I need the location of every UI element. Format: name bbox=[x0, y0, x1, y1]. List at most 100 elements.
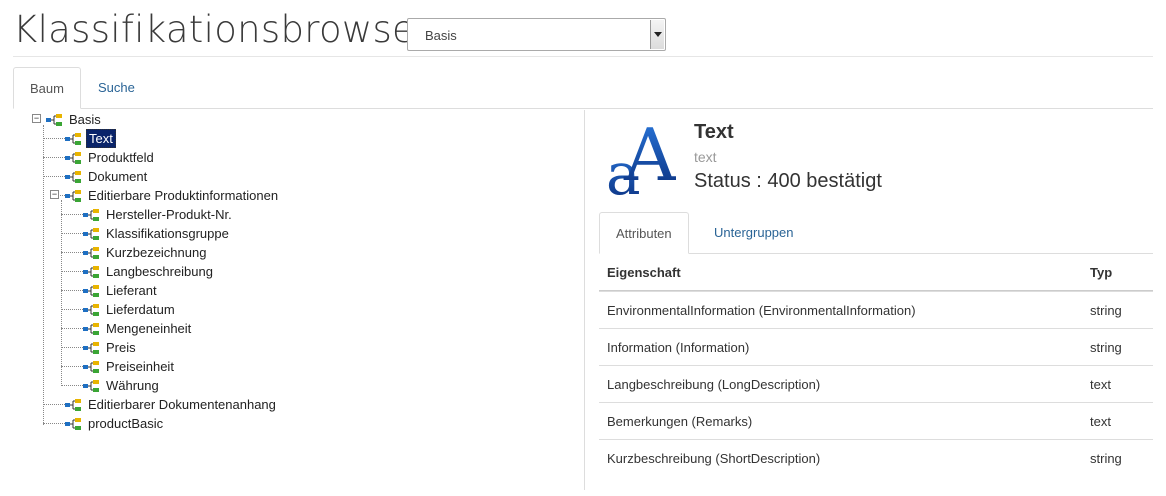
tree-node-icon bbox=[83, 266, 99, 278]
table-row[interactable]: Langbeschreibung (LongDescription) text bbox=[599, 365, 1153, 402]
tree-node-label: Basis bbox=[69, 112, 101, 127]
tree-connector bbox=[61, 200, 62, 386]
app-title: Klassifikationsbrowser bbox=[13, 8, 431, 51]
tree-node-child[interactable]: Währung bbox=[83, 376, 161, 395]
tree-node-child[interactable]: Klassifikationsgruppe bbox=[83, 224, 231, 243]
tree-node-icon bbox=[83, 285, 99, 297]
tree-node-child[interactable]: Kurzbezeichnung bbox=[83, 243, 208, 262]
detail-title: Text bbox=[694, 121, 734, 143]
table-cell-type: string bbox=[1090, 451, 1122, 466]
column-header-eigenschaft: Eigenschaft bbox=[607, 265, 681, 280]
table-cell-property: Kurzbeschreibung (ShortDescription) bbox=[607, 451, 821, 466]
tree-node-child[interactable]: Mengeneinheit bbox=[83, 319, 193, 338]
tree-node-icon bbox=[83, 380, 99, 392]
tree-node-text[interactable]: Text bbox=[65, 129, 116, 148]
tree-connector bbox=[43, 138, 65, 139]
table-row[interactable]: Kurzbeschreibung (ShortDescription) stri… bbox=[599, 439, 1153, 476]
tree-node-label: Lieferant bbox=[106, 283, 157, 298]
tree-connector bbox=[61, 233, 83, 234]
tab-suche[interactable]: Suche bbox=[82, 67, 151, 109]
table-cell-property: EnvironmentalInformation (EnvironmentalI… bbox=[607, 303, 916, 318]
tab-attributen[interactable]: Attributen bbox=[599, 212, 689, 254]
tree-connector bbox=[43, 176, 65, 177]
detail-status: Status : 400 bestätigt bbox=[694, 170, 882, 192]
tree-node-editierbare-produktinformationen[interactable]: Editierbare Produktinformationen bbox=[65, 186, 280, 205]
tree-node-child[interactable]: Lieferdatum bbox=[83, 300, 177, 319]
tree-node-child[interactable]: Lieferant bbox=[83, 281, 159, 300]
tree-node-dokument[interactable]: Dokument bbox=[65, 167, 149, 186]
tree-connector bbox=[43, 125, 44, 425]
tree-node-icon bbox=[83, 361, 99, 373]
tree-node-label: Preiseinheit bbox=[106, 359, 174, 374]
select-value: Basis bbox=[425, 28, 457, 43]
tab-untergruppen[interactable]: Untergruppen bbox=[698, 212, 810, 254]
tree-node-label: Preis bbox=[106, 340, 136, 355]
tree-node-editierbarer-dokumentenanhang[interactable]: Editierbarer Dokumentenanhang bbox=[65, 395, 278, 414]
tree-node-icon bbox=[65, 171, 81, 183]
table-cell-type: string bbox=[1090, 303, 1122, 318]
header-divider bbox=[13, 56, 1153, 57]
tree-connector bbox=[61, 366, 83, 367]
tree-node-label: Produktfeld bbox=[88, 150, 154, 165]
tree-connector bbox=[61, 290, 83, 291]
table-row[interactable]: Information (Information) string bbox=[599, 328, 1153, 365]
tree-node-label: Editierbarer Dokumentenanhang bbox=[88, 397, 276, 412]
tree-node-productbasic[interactable]: productBasic bbox=[65, 414, 165, 433]
tree-node-label: Editierbare Produktinformationen bbox=[88, 188, 279, 203]
header: Klassifikationsbrowser Basis bbox=[0, 0, 1166, 58]
table-cell-type: text bbox=[1090, 377, 1111, 392]
tree-connector bbox=[61, 252, 83, 253]
tree-node-label: Mengeneinheit bbox=[106, 321, 192, 336]
attributes-table: Eigenschaft Typ EnvironmentalInformation… bbox=[599, 254, 1153, 476]
tree-node-label: Lieferdatum bbox=[106, 302, 175, 317]
tree-node-icon bbox=[83, 323, 99, 335]
tree-node-child[interactable]: Hersteller-Produkt-Nr. bbox=[83, 205, 234, 224]
tree-node-icon bbox=[83, 342, 99, 354]
table-cell-type: string bbox=[1090, 340, 1122, 355]
tree-connector bbox=[43, 157, 65, 158]
tree-node-icon bbox=[65, 418, 81, 430]
tree-node-label: productBasic bbox=[88, 416, 164, 431]
tree-node-icon bbox=[65, 190, 81, 202]
svg-text:A: A bbox=[623, 120, 676, 197]
tree-node-icon bbox=[65, 133, 81, 145]
collapse-toggle[interactable]: − bbox=[50, 190, 59, 199]
chevron-down-icon[interactable] bbox=[650, 20, 664, 49]
tree-node-icon bbox=[65, 399, 81, 411]
tree-node-icon bbox=[65, 152, 81, 164]
tree-connector bbox=[61, 347, 83, 348]
tree-node-label: Klassifikationsgruppe bbox=[106, 226, 229, 241]
table-cell-property: Langbeschreibung (LongDescription) bbox=[607, 377, 821, 392]
tree-node-icon bbox=[83, 228, 99, 240]
tab-baum[interactable]: Baum bbox=[13, 67, 81, 109]
tree-connector bbox=[61, 385, 83, 386]
tree-connector bbox=[61, 309, 83, 310]
tree-node-label: Dokument bbox=[88, 169, 148, 184]
tree-node-label: Langbeschreibung bbox=[106, 264, 213, 279]
classification-tree: − − Basis Text Produktfeld Dokument Edit… bbox=[30, 110, 580, 490]
tree-node-child[interactable]: Preiseinheit bbox=[83, 357, 176, 376]
main-tabs: Baum Suche bbox=[13, 67, 1153, 109]
tree-node-icon bbox=[83, 304, 99, 316]
detail-subtitle: text bbox=[694, 149, 717, 165]
classification-select[interactable]: Basis bbox=[407, 18, 666, 51]
table-header-row: Eigenschaft Typ bbox=[599, 254, 1153, 291]
tree-node-label: Text bbox=[86, 129, 116, 148]
column-header-typ: Typ bbox=[1090, 265, 1113, 280]
tree-node-root[interactable]: Basis bbox=[46, 110, 103, 129]
tree-node-icon bbox=[83, 209, 99, 221]
tree-connector bbox=[61, 271, 83, 272]
tree-node-produktfeld[interactable]: Produktfeld bbox=[65, 148, 156, 167]
tree-node-label: Kurzbezeichnung bbox=[106, 245, 207, 260]
tree-node-child[interactable]: Preis bbox=[83, 338, 138, 357]
tree-connector bbox=[61, 328, 83, 329]
tree-node-child[interactable]: Langbeschreibung bbox=[83, 262, 215, 281]
table-row[interactable]: EnvironmentalInformation (EnvironmentalI… bbox=[599, 291, 1153, 328]
tree-node-icon bbox=[83, 247, 99, 259]
tree-connector bbox=[43, 423, 65, 424]
collapse-toggle[interactable]: − bbox=[32, 114, 41, 123]
tree-node-label: Währung bbox=[106, 378, 159, 393]
tree-connector bbox=[61, 214, 83, 215]
tree-connector bbox=[43, 404, 65, 405]
table-row[interactable]: Bemerkungen (Remarks) text bbox=[599, 402, 1153, 439]
